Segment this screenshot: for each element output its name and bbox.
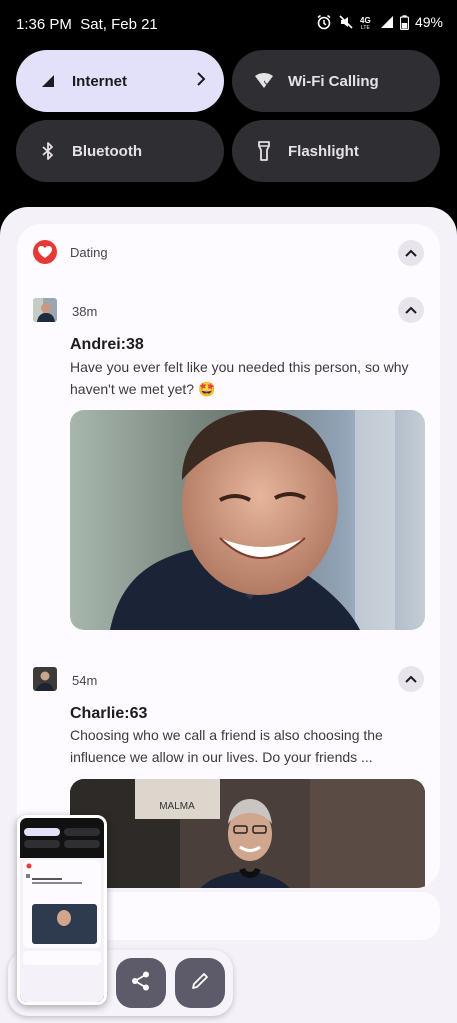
svg-text:4G: 4G [360, 16, 371, 25]
sender-name: Charlie:63 [70, 705, 148, 722]
message-photo[interactable]: MALMA [70, 779, 425, 888]
clock: 1:36 PM [16, 16, 72, 33]
message-time: 38m [72, 304, 98, 319]
notification-card[interactable]: Dating 38m Andrei:38 Have you ever felt … [17, 224, 440, 888]
collapse-group-button[interactable] [398, 240, 424, 266]
edit-button[interactable] [175, 958, 225, 1008]
signal-icon [380, 15, 394, 29]
svg-text:LTE: LTE [361, 25, 370, 29]
notification-header: Dating [17, 224, 440, 280]
tile-label: Wi-Fi Calling [288, 72, 379, 90]
edit-icon [190, 971, 210, 996]
message-text: Have you ever felt like you needed this … [70, 359, 409, 397]
screenshot-thumbnail[interactable] [17, 815, 107, 1005]
lte-icon: 4G LTE [360, 15, 374, 29]
tile-label: Internet [72, 72, 128, 90]
status-icons: 4G LTE 49% [316, 14, 443, 30]
chevron-right-icon[interactable] [196, 71, 206, 91]
avatar [33, 298, 57, 322]
mute-icon [338, 14, 354, 30]
date: Sat, Feb 21 [80, 16, 158, 33]
tile-wifi-calling[interactable]: Wi-Fi Calling [232, 50, 440, 112]
share-button[interactable] [116, 958, 166, 1008]
share-icon [130, 970, 152, 997]
app-name: Dating [70, 245, 108, 260]
status-time: 1:36 PM Sat, Feb 21 [16, 16, 158, 33]
alarm-icon [316, 14, 332, 30]
flashlight-icon [254, 141, 274, 161]
tile-label: Flashlight [288, 142, 359, 160]
message-photo[interactable] [70, 410, 425, 630]
tile-bluetooth[interactable]: Bluetooth [16, 120, 224, 182]
message-time: 54m [72, 673, 98, 688]
signal-icon [38, 71, 58, 91]
battery-icon [399, 14, 409, 30]
status-bar: 1:36 PM Sat, Feb 21 4G LTE 49% [0, 0, 457, 50]
collapse-message-button[interactable] [398, 666, 424, 692]
wifi-calling-icon [254, 71, 274, 91]
tile-label: Bluetooth [72, 142, 142, 160]
sender-name: Andrei:38 [70, 336, 144, 353]
tile-flashlight[interactable]: Flashlight [232, 120, 440, 182]
sign-text: MALMA [159, 801, 195, 812]
dating-app-icon [33, 240, 57, 264]
avatar [33, 667, 57, 691]
tile-internet[interactable]: Internet [16, 50, 224, 112]
collapse-message-button[interactable] [398, 297, 424, 323]
battery-percent: 49% [414, 14, 443, 30]
bluetooth-icon [38, 141, 58, 161]
message-text: Choosing who we call a friend is also ch… [70, 727, 383, 765]
